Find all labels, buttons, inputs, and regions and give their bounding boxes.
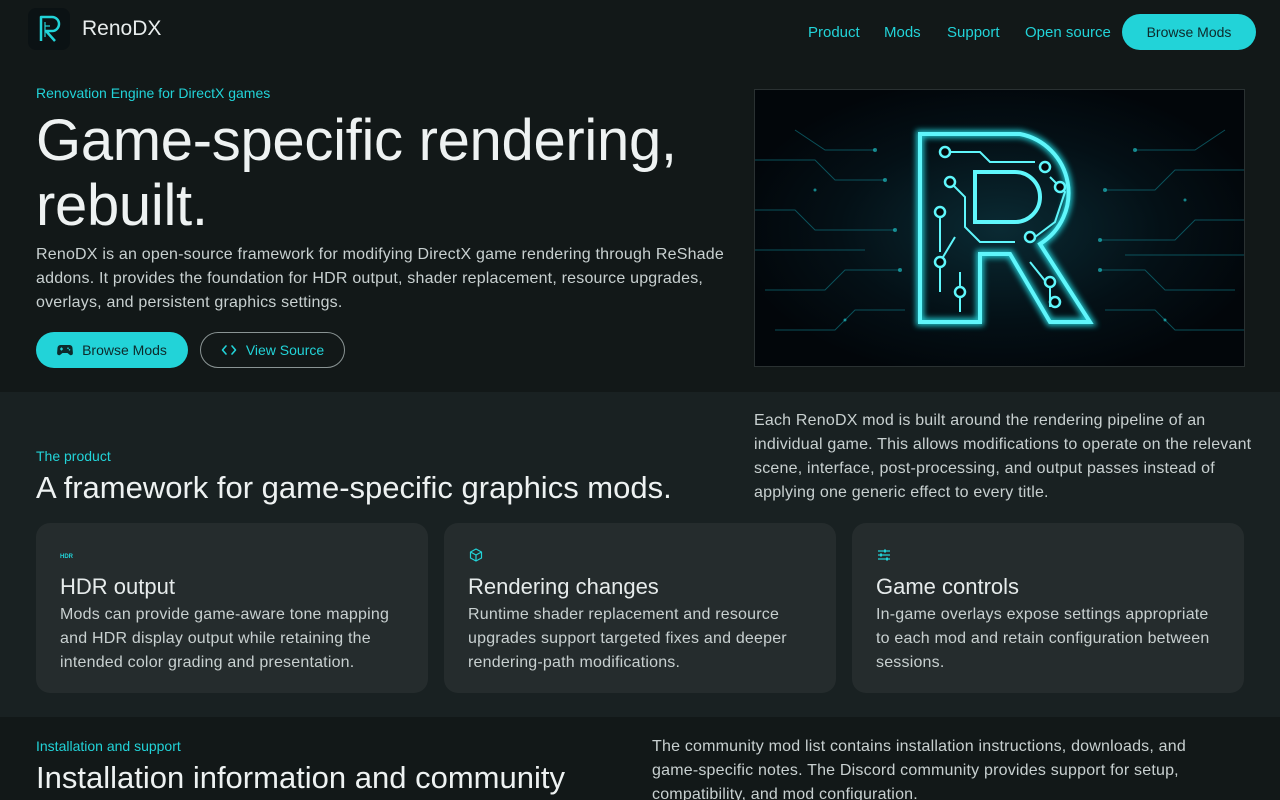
card-text: In-game overlays expose settings appropr… (876, 606, 1210, 671)
hdr-icon: HDR (60, 554, 74, 560)
card-hdr-output: HDR HDR output Mods can provide game-awa… (36, 523, 428, 693)
product-description: Each RenoDX mod is built around the rend… (754, 412, 1252, 501)
cube-icon (469, 548, 483, 562)
sliders-icon (878, 549, 890, 561)
card-text: Runtime shader replacement and resource … (468, 606, 787, 671)
code-icon (221, 345, 237, 355)
browse-mods-button[interactable]: Browse Mods (36, 332, 188, 368)
product-title: A framework for game-specific graphics m… (36, 470, 672, 505)
card-rendering-changes: Rendering changes Runtime shader replace… (444, 523, 836, 693)
nav-open-source[interactable]: Open source (1025, 24, 1111, 41)
hero-title: Game-specific rendering, rebuilt. (36, 108, 677, 238)
card-text: Mods can provide game-aware tone mapping… (60, 606, 390, 671)
card-title: HDR output (60, 574, 175, 599)
gamepad-icon (57, 345, 74, 356)
nav-mods[interactable]: Mods (884, 24, 921, 41)
view-source-label: View Source (245, 342, 325, 358)
card-title: Game controls (876, 574, 1020, 599)
card-game-controls: Game controls In-game overlays expose se… (852, 523, 1244, 693)
renodx-logo-icon[interactable] (28, 8, 70, 50)
hero-description: RenoDX is an open-source framework for m… (36, 246, 724, 311)
install-description: The community mod list contains installa… (652, 738, 1186, 800)
hero-eyebrow: Renovation Engine for DirectX games (36, 85, 271, 101)
view-source-button[interactable]: View Source (200, 332, 345, 368)
svg-text:HDR: HDR (60, 554, 74, 560)
product-section: The product A framework for game-specifi… (0, 392, 1280, 717)
installation-section: Installation and support Installation in… (0, 717, 1280, 800)
hero-neon-r-image (754, 89, 1245, 367)
header-browse-mods-button[interactable]: Browse Mods (1122, 14, 1256, 50)
browse-mods-label: Browse Mods (82, 342, 167, 358)
card-title: Rendering changes (468, 574, 659, 599)
nav-product[interactable]: Product (808, 24, 860, 41)
install-eyebrow: Installation and support (36, 738, 181, 754)
nav-support[interactable]: Support (947, 24, 1000, 41)
install-title: Installation information and community (36, 760, 565, 795)
brand-name[interactable]: RenoDX (82, 17, 161, 41)
site-header: RenoDX Product Mods Support Open source … (0, 0, 1280, 64)
product-eyebrow: The product (36, 448, 111, 464)
